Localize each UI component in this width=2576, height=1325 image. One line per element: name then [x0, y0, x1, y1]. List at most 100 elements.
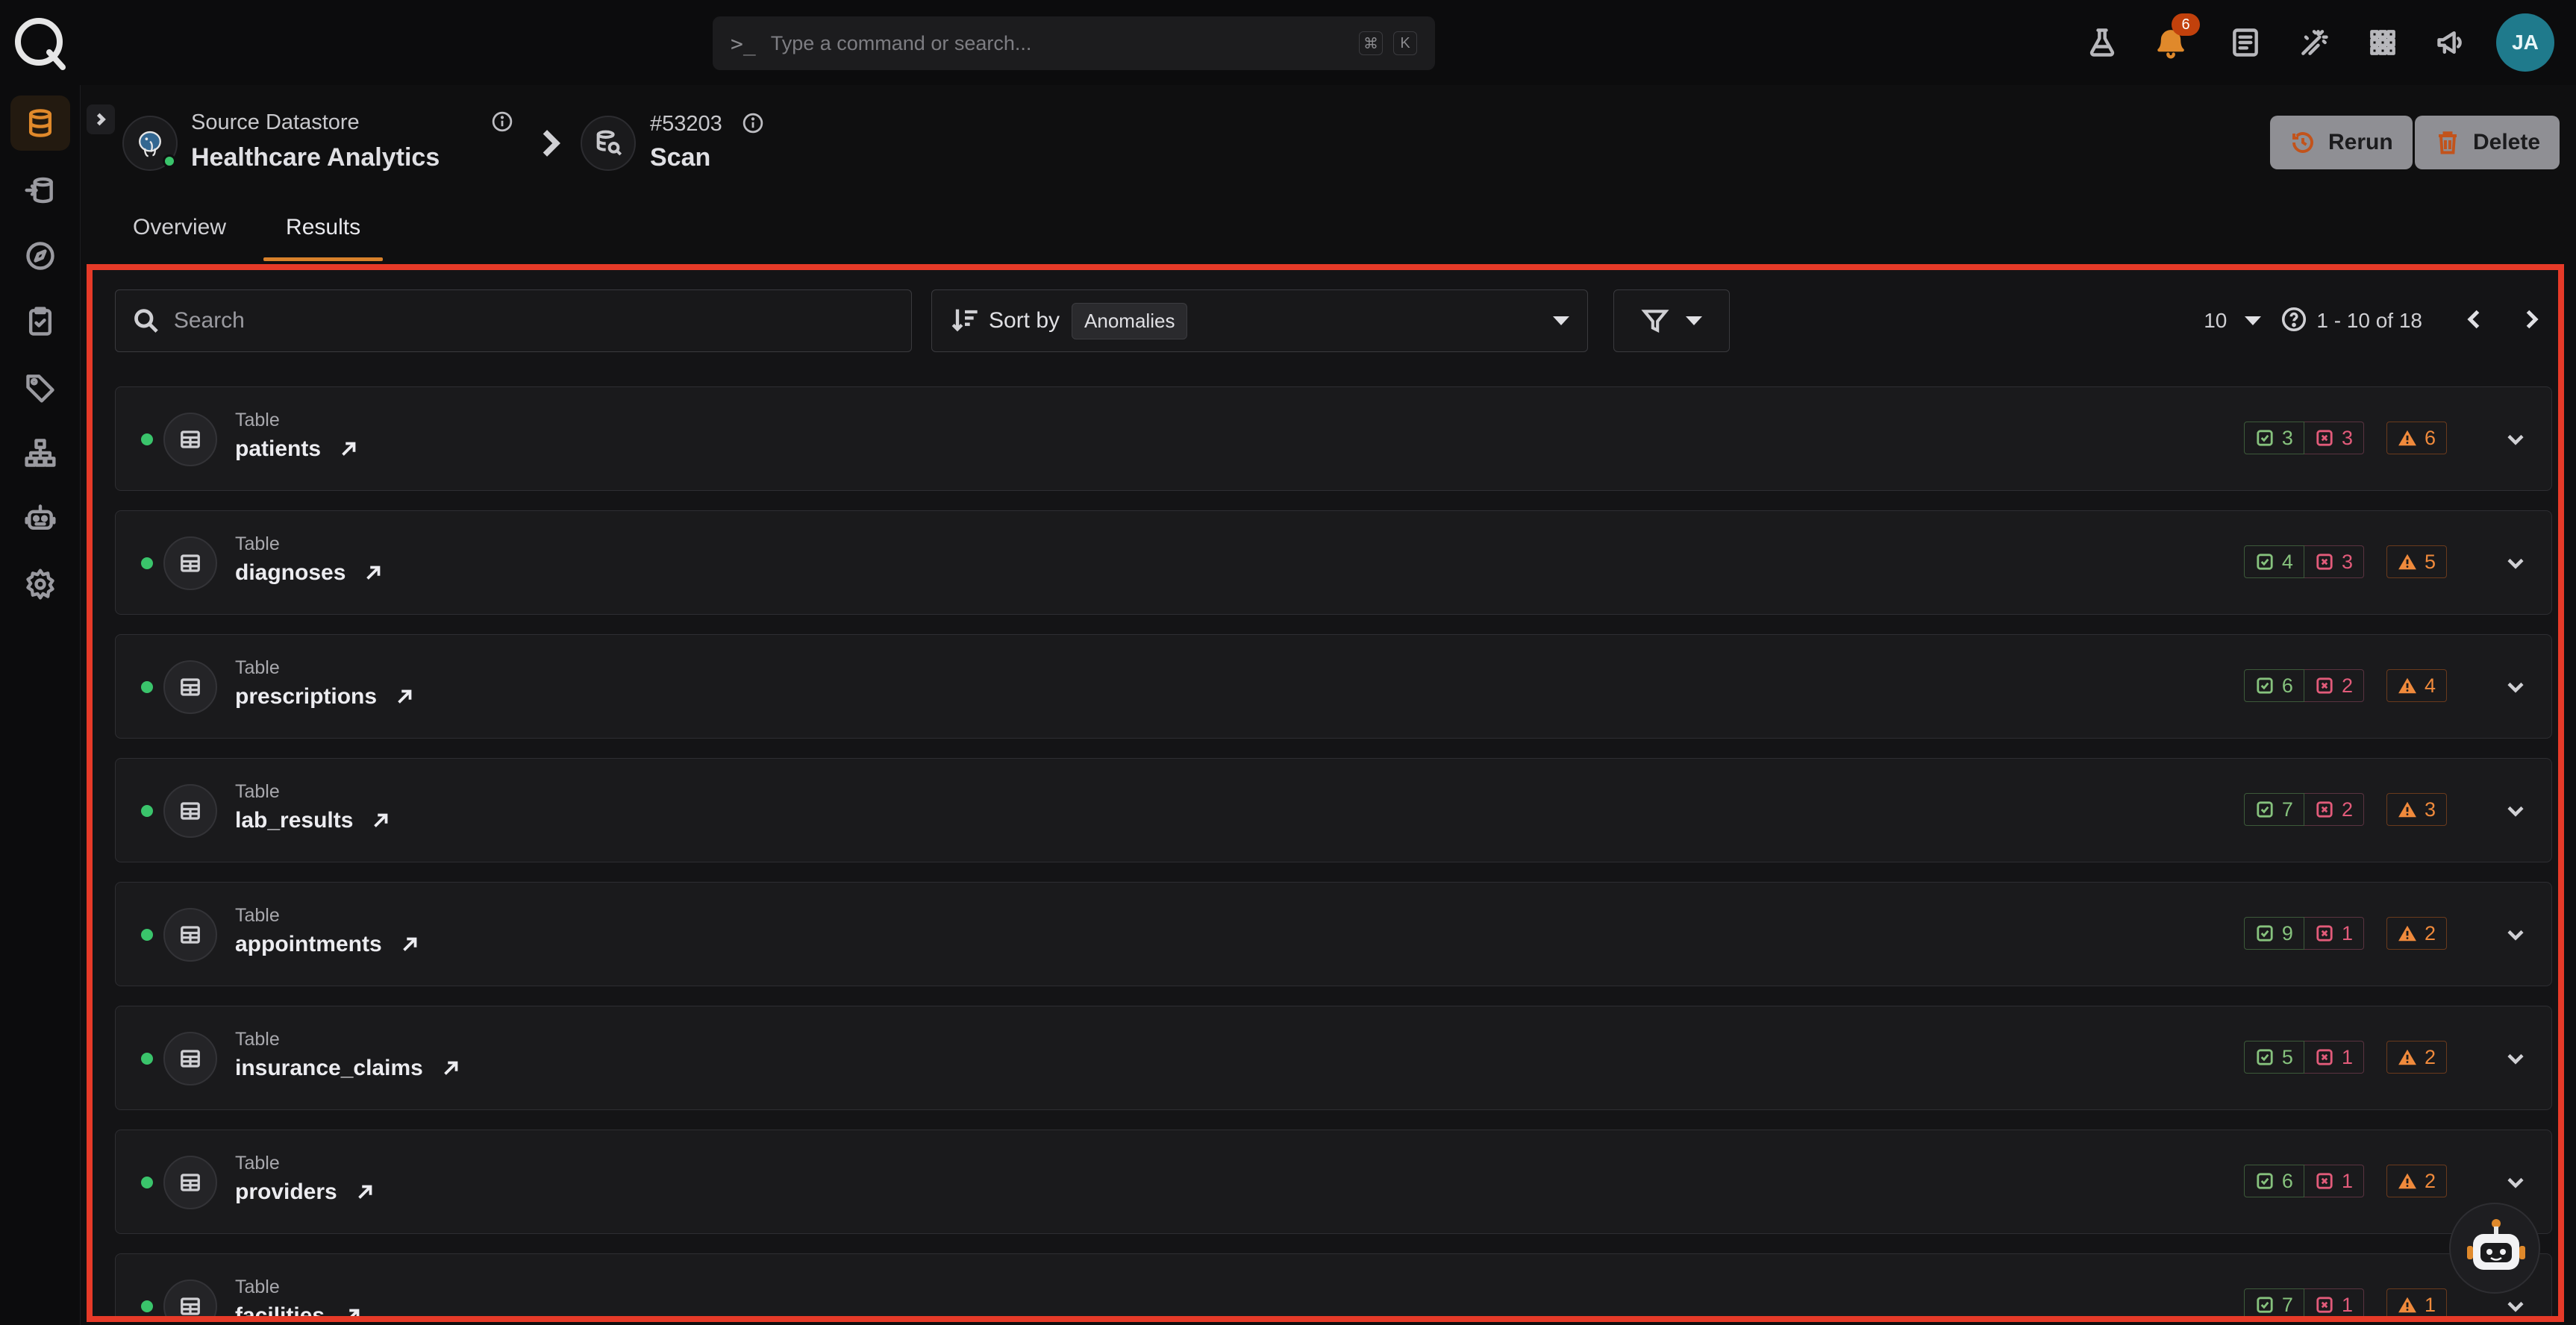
table-name-link[interactable]: providers — [235, 1180, 376, 1205]
anomalies-count: 2 — [2424, 1045, 2436, 1068]
check-square-icon — [2257, 801, 2273, 818]
x-square-icon — [2316, 1173, 2333, 1189]
external-link-icon[interactable] — [341, 1305, 363, 1316]
anomalies-badge[interactable]: 2 — [2386, 1165, 2447, 1197]
dropdown-caret-icon[interactable] — [2245, 316, 2262, 325]
status-dot — [141, 929, 153, 941]
search-icon — [134, 309, 158, 333]
command-placeholder: Type a command or search... — [770, 31, 1032, 54]
shortcut-k-key: K — [1393, 31, 1417, 55]
document-icon[interactable] — [2227, 24, 2264, 61]
table-row[interactable]: Table patients 3 3 6 — [115, 386, 2552, 491]
failed-checks-badge: 1 — [2304, 917, 2364, 950]
anomalies-badge[interactable]: 3 — [2386, 793, 2447, 826]
next-page-button[interactable] — [2518, 306, 2545, 336]
anomalies-badge[interactable]: 2 — [2386, 1041, 2447, 1074]
table-name-link[interactable]: facilities — [235, 1303, 363, 1316]
anomalies-badge[interactable]: 1 — [2386, 1288, 2447, 1316]
chevron-down-icon — [2507, 930, 2524, 941]
expand-sidebar-toggle[interactable] — [87, 104, 115, 134]
filter-button[interactable] — [1613, 289, 1730, 352]
gear-icon[interactable] — [10, 557, 70, 612]
table-row[interactable]: Table prescriptions 6 2 4 — [115, 634, 2552, 739]
container-type: Table — [235, 1153, 280, 1174]
apps-grid-icon[interactable] — [2364, 24, 2401, 61]
table-row[interactable]: Table lab_results 7 2 3 — [115, 758, 2552, 862]
status-dot — [141, 805, 153, 817]
table-name-link[interactable]: insurance_claims — [235, 1056, 462, 1081]
tab-overview[interactable]: Overview — [133, 215, 226, 261]
external-link-icon[interactable] — [369, 809, 392, 832]
source-icon[interactable] — [10, 163, 70, 218]
check-square-icon — [2257, 1049, 2273, 1065]
anomalies-badge[interactable]: 2 — [2386, 917, 2447, 950]
expand-row-button[interactable] — [2502, 921, 2529, 948]
failed-checks-badge: 1 — [2304, 1041, 2364, 1074]
x-square-icon — [2316, 801, 2333, 818]
info-icon[interactable] — [491, 110, 513, 133]
tab-results[interactable]: Results — [263, 215, 384, 261]
search-field[interactable] — [115, 289, 912, 352]
passed-count: 4 — [2281, 550, 2293, 573]
hierarchy-icon[interactable] — [10, 425, 70, 480]
rows-per-page[interactable]: 10 — [2204, 309, 2227, 333]
expand-row-button[interactable] — [2502, 1169, 2529, 1196]
warning-triangle-icon — [2398, 1297, 2416, 1313]
external-link-icon[interactable] — [393, 686, 416, 708]
anomalies-badge[interactable]: 5 — [2386, 545, 2447, 578]
table-name-link[interactable]: lab_results — [235, 808, 392, 833]
anomalies-count: 2 — [2424, 1169, 2436, 1192]
flask-icon[interactable] — [2083, 24, 2121, 61]
external-link-icon[interactable] — [354, 1181, 376, 1203]
rerun-button[interactable]: Rerun — [2270, 116, 2413, 169]
clipboard-check-icon[interactable] — [10, 294, 70, 349]
table-row[interactable]: Table facilities 7 1 1 — [115, 1253, 2552, 1316]
table-name-link[interactable]: diagnoses — [235, 560, 384, 586]
passed-count: 9 — [2281, 921, 2293, 945]
expand-row-button[interactable] — [2502, 674, 2529, 701]
info-icon[interactable] — [742, 112, 764, 134]
table-name-link[interactable]: patients — [235, 436, 360, 462]
assistant-bot-button[interactable] — [2449, 1203, 2540, 1294]
anomalies-count: 5 — [2424, 550, 2436, 573]
check-badges: 9 1 2 — [2243, 917, 2447, 950]
compass-icon[interactable] — [10, 228, 70, 284]
expand-row-button[interactable] — [2502, 426, 2529, 453]
datastore-name[interactable]: Healthcare Analytics — [191, 143, 440, 172]
notification-count-badge: 6 — [2172, 13, 2200, 36]
tag-icon[interactable] — [10, 360, 70, 415]
anomalies-count: 6 — [2424, 426, 2436, 449]
search-input[interactable] — [173, 308, 895, 333]
delete-button[interactable]: Delete — [2415, 116, 2560, 169]
magic-wand-icon[interactable] — [2295, 24, 2333, 61]
megaphone-icon[interactable] — [2433, 24, 2470, 61]
table-name-link[interactable]: prescriptions — [235, 684, 416, 710]
external-link-icon[interactable] — [337, 438, 360, 460]
table-row[interactable]: Table appointments 9 1 2 — [115, 882, 2552, 986]
robot-icon[interactable] — [10, 491, 70, 546]
external-link-icon[interactable] — [440, 1057, 462, 1080]
anomalies-badge[interactable]: 6 — [2386, 422, 2447, 454]
anomalies-count: 1 — [2424, 1293, 2436, 1316]
help-circle-icon[interactable] — [2280, 306, 2307, 336]
sort-select[interactable]: Sort by Anomalies — [931, 289, 1588, 352]
failed-checks-badge: 3 — [2304, 422, 2364, 454]
database-icon[interactable] — [10, 95, 70, 151]
table-row[interactable]: Table providers 6 1 2 — [115, 1130, 2552, 1234]
expand-row-button[interactable] — [2502, 550, 2529, 577]
user-avatar[interactable]: JA — [2496, 13, 2554, 72]
external-link-icon[interactable] — [362, 562, 384, 584]
table-name-link[interactable]: appointments — [235, 932, 421, 957]
table-row[interactable]: Table diagnoses 4 3 5 — [115, 510, 2552, 615]
expand-row-button[interactable] — [2502, 798, 2529, 824]
app-logo[interactable] — [10, 13, 70, 73]
expand-row-button[interactable] — [2502, 1045, 2529, 1072]
anomalies-badge[interactable]: 4 — [2386, 669, 2447, 702]
table-row[interactable]: Table insurance_claims 5 1 2 — [115, 1006, 2552, 1110]
table-icon — [163, 1279, 217, 1316]
expand-row-button[interactable] — [2502, 1293, 2529, 1316]
passed-count: 6 — [2281, 1169, 2293, 1192]
command-search-bar[interactable]: >_ Type a command or search... ⌘ K — [713, 16, 1435, 70]
previous-page-button[interactable] — [2461, 306, 2488, 336]
external-link-icon[interactable] — [398, 933, 421, 956]
